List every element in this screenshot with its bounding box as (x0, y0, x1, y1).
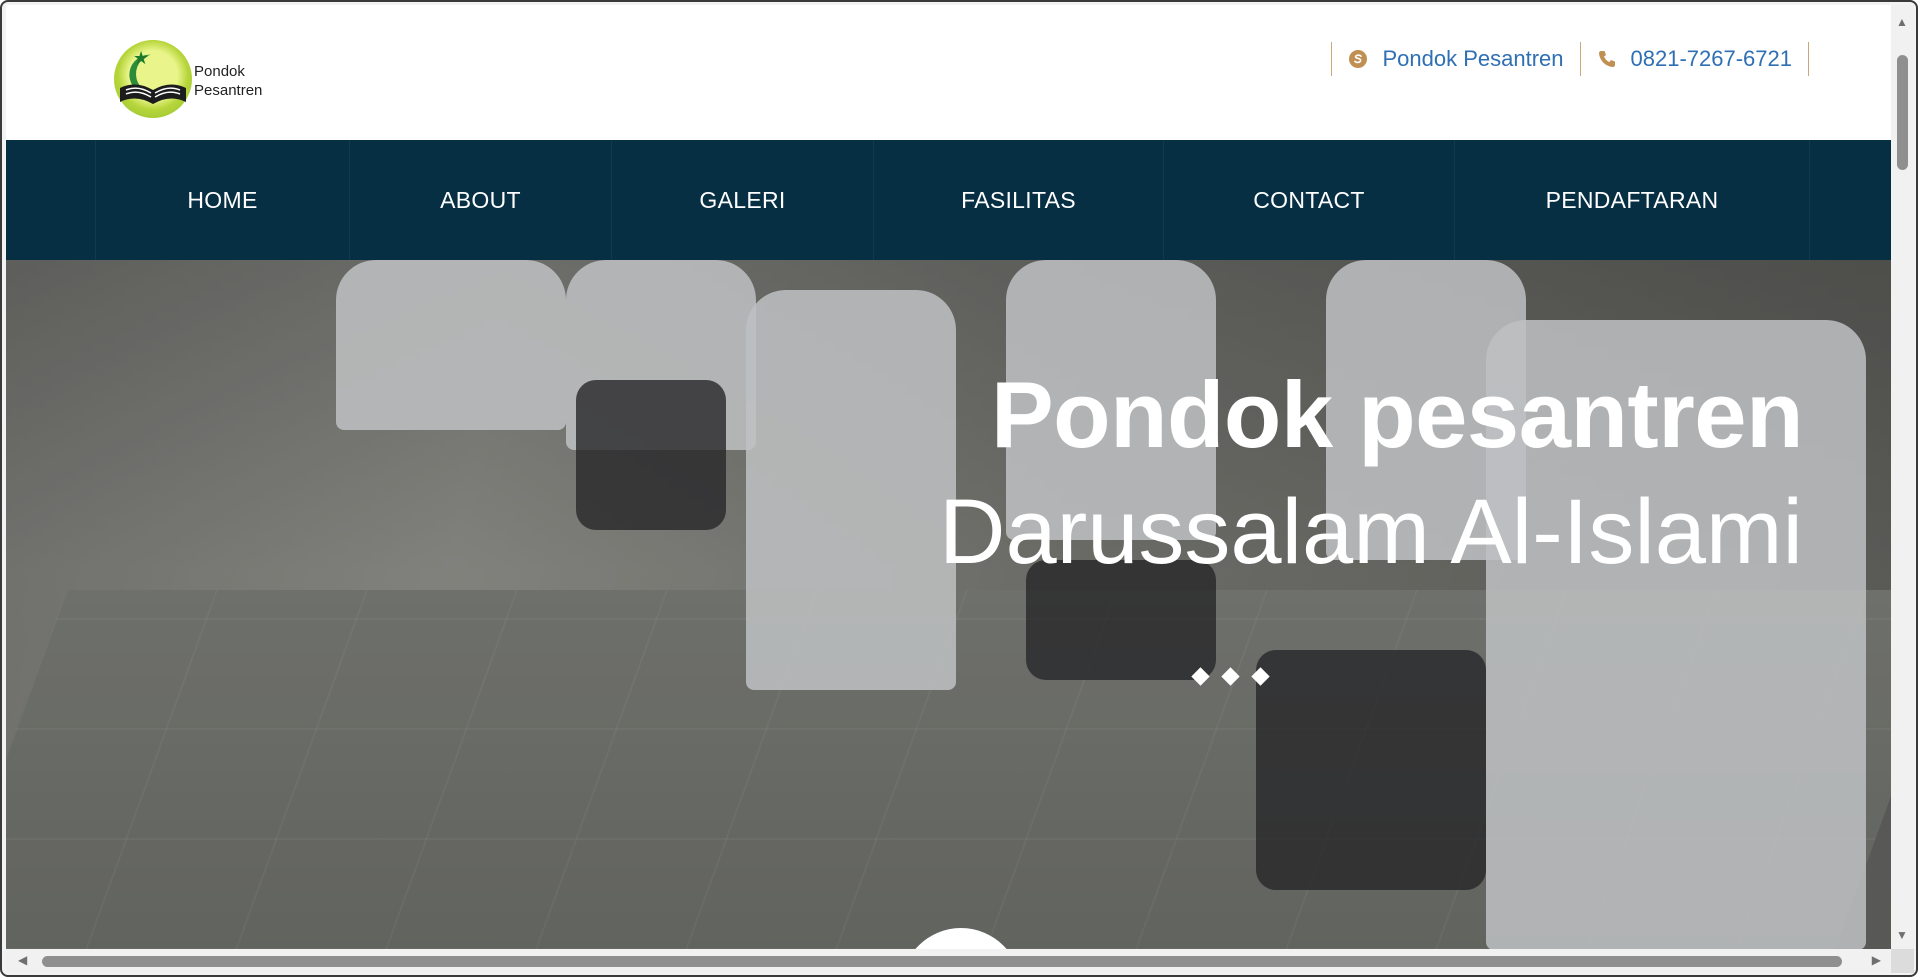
logo-line-1: Pondok (194, 63, 245, 80)
scroll-left-arrow-icon[interactable]: ◀ (18, 953, 27, 967)
book-icon (120, 84, 186, 104)
site-header: ★ Pondok Pesantren Pondok Pesantren 0821… (6, 5, 1893, 140)
scroll-up-arrow-icon[interactable]: ▲ (1896, 15, 1908, 29)
hero-slider: Pondok pesantren Darussalam Al-Islami (6, 260, 1893, 950)
vertical-scrollbar[interactable]: ▲ ▼ (1891, 5, 1914, 950)
logo-line-2: Pesantren (194, 82, 263, 99)
scroll-right-arrow-icon[interactable]: ▶ (1872, 953, 1881, 967)
hero-subtitle: Darussalam Al-Islami (939, 481, 1803, 583)
nav-item-galeri[interactable]: GALERI (611, 140, 873, 260)
horizontal-scrollbar[interactable]: ◀ ▶ (6, 949, 1893, 973)
slider-dot-3[interactable] (1251, 667, 1270, 686)
skype-label: Pondok Pesantren (1382, 46, 1564, 71)
slider-dots (1191, 667, 1270, 686)
nav-item-pendaftaran[interactable]: PENDAFTARAN (1454, 140, 1810, 260)
nav-item-fasilitas[interactable]: FASILITAS (873, 140, 1163, 260)
phone-contact-link[interactable]: 0821-7267-6721 (1579, 42, 1809, 76)
phone-label: 0821-7267-6721 (1630, 46, 1792, 71)
site-logo[interactable]: ★ Pondok Pesantren (114, 40, 274, 124)
skype-icon (1348, 49, 1368, 69)
page-viewport: ★ Pondok Pesantren Pondok Pesantren 0821… (6, 5, 1893, 950)
nav-item-contact[interactable]: CONTACT (1163, 140, 1454, 260)
nav-item-about[interactable]: ABOUT (349, 140, 611, 260)
nav-menu: HOME ABOUT GALERI FASILITAS CONTACT PEND… (95, 140, 1810, 260)
phone-icon (1597, 49, 1617, 69)
scrollbar-corner (1891, 949, 1914, 973)
slider-dot-2[interactable] (1221, 667, 1240, 686)
contact-bar: Pondok Pesantren 0821-7267-6721 (1331, 42, 1809, 76)
slider-dot-1[interactable] (1191, 667, 1210, 686)
skype-contact-link[interactable]: Pondok Pesantren (1331, 42, 1579, 76)
logo-text: Pondok Pesantren (194, 62, 262, 100)
scroll-down-arrow-icon[interactable]: ▼ (1896, 928, 1908, 942)
browser-window: ★ Pondok Pesantren Pondok Pesantren 0821… (0, 0, 1918, 977)
logo-emblem-icon: ★ (114, 40, 192, 118)
star-icon: ★ (133, 48, 150, 68)
vertical-scroll-thumb[interactable] (1897, 55, 1908, 170)
main-navigation: HOME ABOUT GALERI FASILITAS CONTACT PEND… (6, 140, 1893, 260)
nav-item-home[interactable]: HOME (95, 140, 349, 260)
horizontal-scroll-thumb[interactable] (42, 956, 1842, 967)
hero-title: Pondok pesantren (990, 362, 1804, 467)
